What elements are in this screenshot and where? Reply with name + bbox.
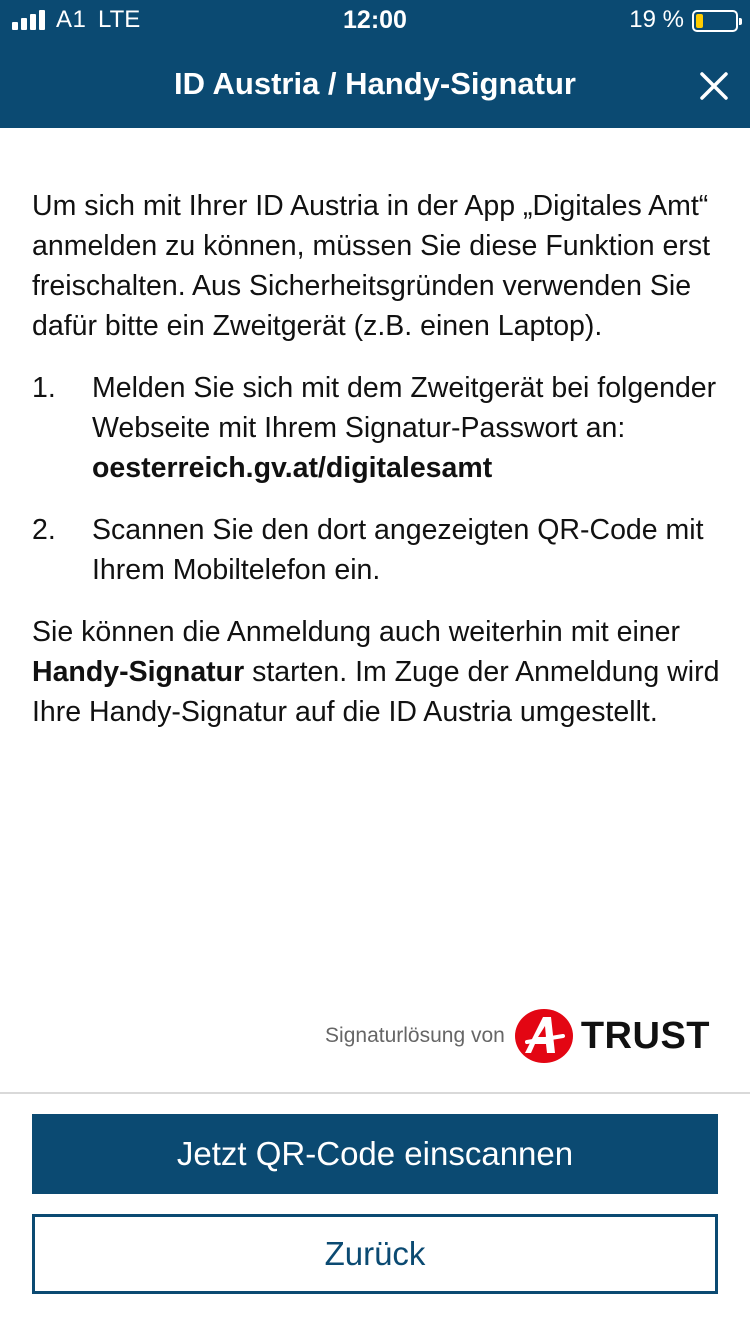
- logo-text: TRUST: [580, 1014, 710, 1057]
- battery-icon: [692, 10, 742, 32]
- outro-text: Sie können die Anmeldung auch weiterhin …: [32, 612, 722, 732]
- intro-text: Um sich mit Ihrer ID Austria in der App …: [32, 190, 711, 342]
- scan-qr-button[interactable]: Jetzt QR-Code einscannen: [32, 1114, 718, 1194]
- list-item: 1. Melden Sie sich mit dem Zweitgerät be…: [32, 368, 722, 488]
- step-text: Melden Sie sich mit dem Zweitgerät bei f…: [92, 372, 717, 444]
- close-button[interactable]: [698, 70, 730, 102]
- website-link[interactable]: oesterreich.gv.at/digitalesamt: [92, 452, 492, 484]
- page-title: ID Austria / Handy-Signatur: [174, 66, 576, 101]
- battery-percent: 19 %: [629, 6, 684, 33]
- outro-before: Sie können die Anmeldung auch weiterhin …: [32, 616, 680, 648]
- status-bar: A1 LTE 12:00 19 %: [0, 0, 750, 40]
- close-icon: [700, 72, 728, 100]
- step-text-wrapper: Melden Sie sich mit dem Zweitgerät bei f…: [92, 368, 722, 488]
- back-button[interactable]: Zurück: [32, 1214, 718, 1294]
- step-number: 1.: [32, 372, 56, 404]
- a-trust-logo-icon: [514, 1009, 573, 1063]
- divider: [0, 1092, 750, 1094]
- instructions-content: Um sich mit Ihrer ID Austria in der App …: [32, 186, 722, 732]
- provider-label: Signaturlösung von: [325, 1024, 505, 1047]
- a-trust-logo: TRUST: [513, 1005, 710, 1067]
- outro-bold: Handy-Signatur: [32, 656, 245, 688]
- steps-list: 1. Melden Sie sich mit dem Zweitgerät be…: [32, 368, 722, 590]
- list-item: 2. Scannen Sie den dort angezeigten QR-C…: [32, 510, 722, 590]
- step-number: 2.: [32, 514, 56, 546]
- signature-provider: Signaturlösung von TRUST: [325, 1006, 710, 1066]
- app-header: A1 LTE 12:00 19 % ID Austria / Handy-Sig…: [0, 0, 750, 128]
- battery-level: [696, 14, 704, 28]
- step-text: Scannen Sie den dort angezeigten QR-Code…: [92, 514, 704, 586]
